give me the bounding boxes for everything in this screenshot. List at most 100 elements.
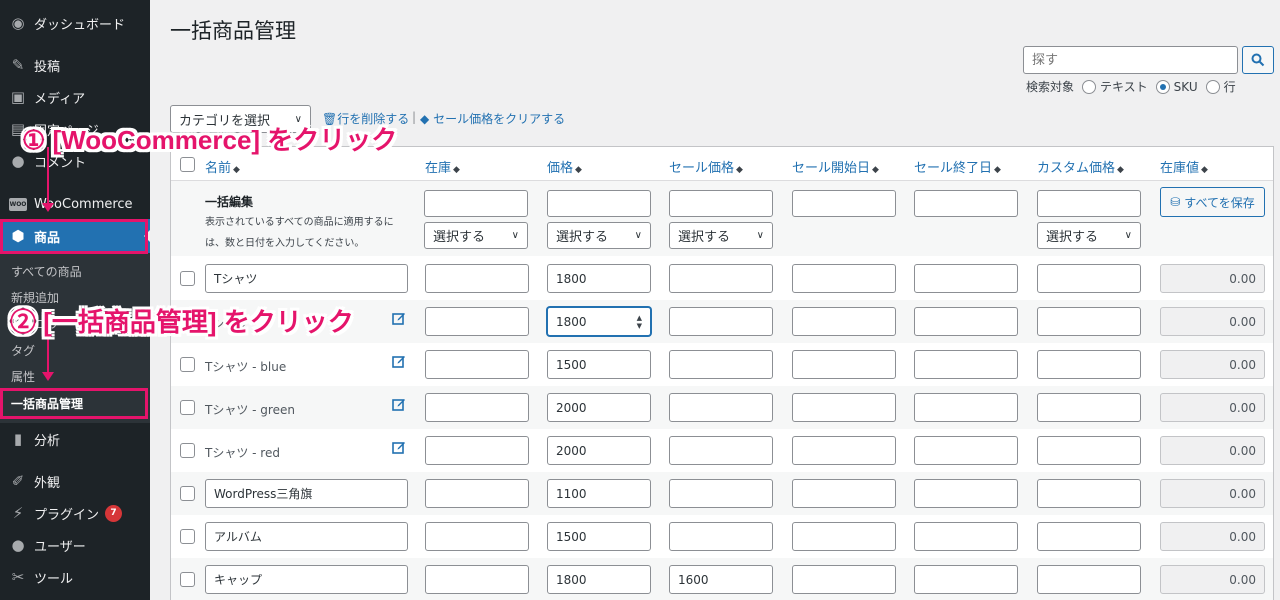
sale-start-input[interactable] [792,436,896,465]
bulk-price-select[interactable]: 選択する ∨ [547,222,651,249]
price-input[interactable]: 1800 [547,264,651,293]
header-sale-price[interactable]: セール価格 ◆ [669,157,743,176]
radio-text[interactable] [1082,79,1097,94]
custom-price-input[interactable] [1037,264,1141,293]
bulk-price-input[interactable] [547,190,651,217]
header-sale-start[interactable]: セール開始日 ◆ [792,157,879,176]
save-all-button[interactable]: ⛁ すべてを保存 [1160,187,1265,217]
stock-input[interactable] [425,307,529,336]
menu-analytics[interactable]: ▮ 分析 [0,422,150,456]
sale-end-input[interactable] [914,565,1018,594]
row-checkbox[interactable] [180,529,195,544]
edit-icon[interactable] [392,311,406,325]
menu-woocommerce[interactable]: WOO WooCommerce [0,187,150,221]
row-checkbox[interactable] [180,486,195,501]
stock-input[interactable] [425,436,529,465]
bulk-custom-price-input[interactable] [1037,190,1141,217]
bulk-sale-start-input[interactable] [792,190,896,217]
menu-media[interactable]: ▣ メディア [0,80,150,114]
custom-price-input[interactable] [1037,307,1141,336]
sale-price-input[interactable] [669,264,773,293]
sale-end-input[interactable] [914,436,1018,465]
custom-price-input[interactable] [1037,436,1141,465]
header-custom-price[interactable]: カスタム価格 ◆ [1037,157,1124,176]
price-input-focused[interactable]: 1800 ▲ ▼ [547,307,651,336]
sale-price-input[interactable] [669,479,773,508]
sale-end-input[interactable] [914,264,1018,293]
radio-row[interactable] [1205,79,1220,94]
select-all-checkbox[interactable] [180,157,195,172]
row-checkbox[interactable] [180,271,195,286]
spinner-icon[interactable]: ▲ ▼ [637,314,642,330]
sale-price-input[interactable] [669,522,773,551]
product-name-input[interactable]: アルバム [205,522,408,551]
price-input[interactable]: 1500 [547,350,651,379]
sale-end-input[interactable] [914,307,1018,336]
search-button[interactable] [1242,46,1274,74]
bulk-sale-price-input[interactable] [669,190,773,217]
edit-icon[interactable] [392,397,406,411]
row-checkbox[interactable] [180,443,195,458]
price-input[interactable]: 1100 [547,479,651,508]
sale-price-input[interactable] [669,393,773,422]
stock-input[interactable] [425,522,529,551]
menu-plugins[interactable]: ⚡ プラグイン 7 [0,496,150,530]
edit-icon[interactable] [392,354,406,368]
custom-price-input[interactable] [1037,350,1141,379]
header-sale-end[interactable]: セール終了日 ◆ [914,157,1001,176]
edit-icon[interactable] [392,440,406,454]
sale-price-input[interactable] [669,436,773,465]
sale-start-input[interactable] [792,264,896,293]
sale-start-input[interactable] [792,350,896,379]
sale-end-input[interactable] [914,393,1018,422]
sale-price-input[interactable] [669,350,773,379]
stock-input[interactable] [425,393,529,422]
bulk-stock-select[interactable]: 選択する ∨ [424,222,528,249]
submenu-attributes[interactable]: 属性 [0,363,150,389]
search-input[interactable] [1023,46,1238,74]
sale-start-input[interactable] [792,479,896,508]
stock-input[interactable] [425,479,529,508]
stock-input[interactable] [425,565,529,594]
bulk-custom-price-select[interactable]: 選択する ∨ [1037,222,1141,249]
bulk-stock-input[interactable] [424,190,528,217]
row-checkbox[interactable] [180,400,195,415]
submenu-tags[interactable]: タグ [0,337,150,363]
sale-price-input[interactable]: 1600 [669,565,773,594]
menu-tools[interactable]: ✂ ツール [0,560,150,594]
menu-users[interactable]: ● ユーザー [0,528,150,562]
menu-dashboard[interactable]: ◉ ダッシュボード [0,6,150,40]
product-name-input[interactable]: キャップ [205,565,408,594]
sale-end-input[interactable] [914,350,1018,379]
price-input[interactable]: 2000 [547,436,651,465]
sale-price-input[interactable] [669,307,773,336]
sale-start-input[interactable] [792,393,896,422]
radio-sku[interactable] [1155,79,1170,94]
price-input[interactable]: 2000 [547,393,651,422]
custom-price-input[interactable] [1037,565,1141,594]
header-stock[interactable]: 在庫 ◆ [425,157,460,176]
bulk-sale-end-input[interactable] [914,190,1018,217]
custom-price-input[interactable] [1037,479,1141,508]
sale-start-input[interactable] [792,307,896,336]
bulk-sale-price-select[interactable]: 選択する ∨ [669,222,773,249]
sale-end-input[interactable] [914,522,1018,551]
price-input[interactable]: 1800 [547,565,651,594]
stock-input[interactable] [425,350,529,379]
custom-price-input[interactable] [1037,522,1141,551]
price-input[interactable]: 1500 [547,522,651,551]
row-checkbox[interactable] [180,572,195,587]
clear-sale-price-link[interactable]: ◆ セール価格をクリアする [420,110,565,127]
product-name-input[interactable]: Tシャツ [205,264,408,293]
product-name-input[interactable]: WordPress三角旗 [205,479,408,508]
header-name[interactable]: 名前 ◆ [205,157,240,176]
header-price[interactable]: 価格 ◆ [547,157,582,176]
sale-start-input[interactable] [792,565,896,594]
sale-start-input[interactable] [792,522,896,551]
menu-appearance[interactable]: ✐ 外観 [0,464,150,498]
submenu-all-products[interactable]: すべての商品 [0,258,150,284]
row-checkbox[interactable] [180,357,195,372]
menu-posts[interactable]: ✎ 投稿 [0,48,150,82]
custom-price-input[interactable] [1037,393,1141,422]
sale-end-input[interactable] [914,479,1018,508]
